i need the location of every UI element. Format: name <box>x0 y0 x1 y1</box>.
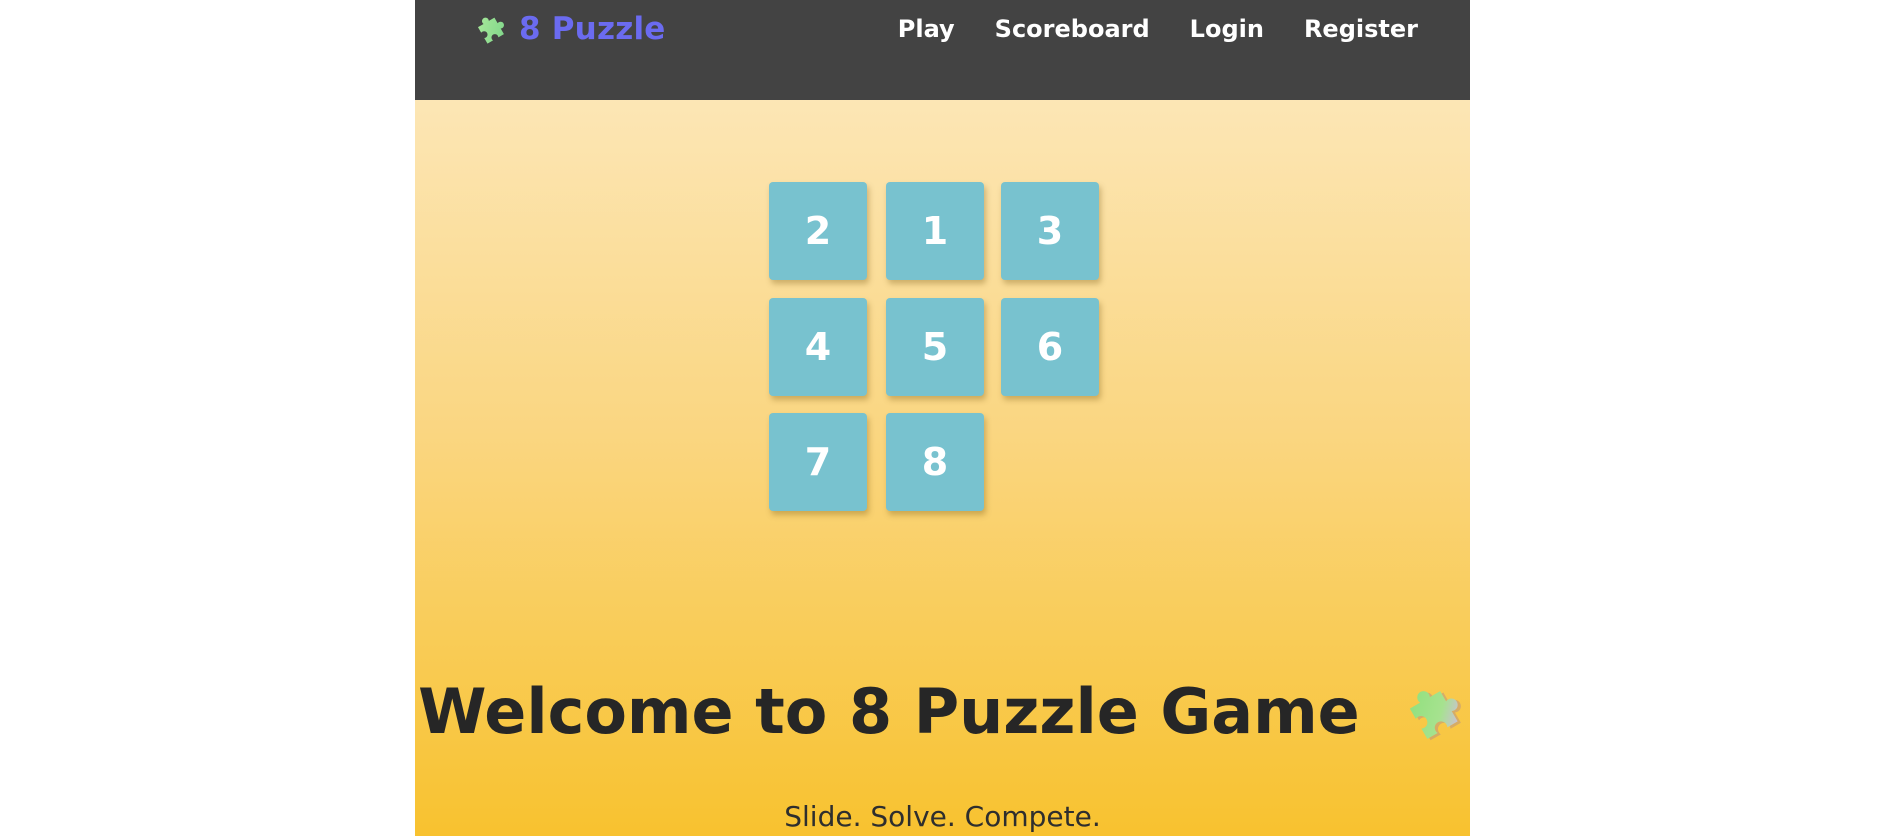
puzzle-tile[interactable]: 3 <box>1001 182 1099 280</box>
nav-link-login[interactable]: Login <box>1190 12 1264 46</box>
puzzle-board: 2 1 3 4 5 6 7 8 <box>769 182 1101 514</box>
empty-tile[interactable] <box>1001 413 1099 511</box>
nav-link-scoreboard[interactable]: Scoreboard <box>995 12 1150 46</box>
navbar: 8 Puzzle Play Scoreboard Login Register <box>415 0 1470 100</box>
nav-link-register[interactable]: Register <box>1304 12 1418 46</box>
nav-link-play[interactable]: Play <box>898 12 955 46</box>
puzzle-tile[interactable]: 4 <box>769 298 867 396</box>
puzzle-tile[interactable]: 1 <box>886 182 984 280</box>
brand-label: 8 Puzzle <box>519 11 666 47</box>
puzzle-tile[interactable]: 2 <box>769 182 867 280</box>
puzzle-tile[interactable]: 5 <box>886 298 984 396</box>
puzzle-tile[interactable]: 7 <box>769 413 867 511</box>
hero-section: 2 1 3 4 5 6 7 8 Welcome to 8 Puzzle Game <box>415 100 1470 836</box>
welcome-title: Welcome to 8 Puzzle Game <box>418 675 1360 748</box>
puzzle-tile[interactable]: 6 <box>1001 298 1099 396</box>
puzzle-tile[interactable]: 8 <box>886 413 984 511</box>
puzzle-piece-icon <box>471 10 509 48</box>
tagline: Slide. Solve. Compete. <box>784 800 1101 833</box>
page-title: Welcome to 8 Puzzle Game <box>415 675 1470 748</box>
page: 8 Puzzle Play Scoreboard Login Register … <box>415 0 1470 836</box>
nav-links: Play Scoreboard Login Register <box>898 12 1418 46</box>
puzzle-piece-icon <box>1397 677 1467 747</box>
brand-link[interactable]: 8 Puzzle <box>471 10 666 48</box>
